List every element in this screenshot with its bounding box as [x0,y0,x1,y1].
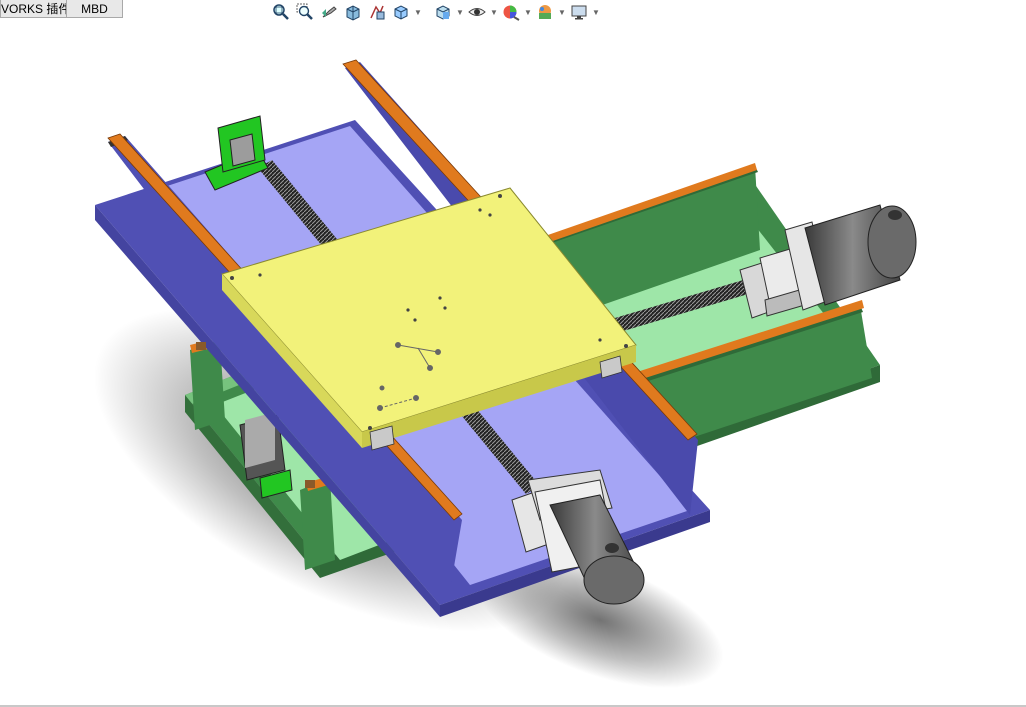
tab-mbd[interactable]: MBD [66,0,123,18]
heads-up-view-toolbar: ▼ ▼ ▼ ▼ ▼ ▼ [270,0,600,24]
section-view-icon[interactable] [342,1,364,23]
view-settings-icon[interactable] [568,1,590,23]
display-style-icon[interactable] [432,1,454,23]
chevron-down-icon[interactable]: ▼ [558,1,566,23]
graphics-area[interactable] [0,24,1026,705]
chevron-down-icon[interactable]: ▼ [456,1,464,23]
zoom-to-area-icon[interactable] [294,1,316,23]
base-motor[interactable] [784,204,917,311]
chevron-down-icon[interactable]: ▼ [592,1,600,23]
command-manager-tabs: VORKS 插件 MBD [0,0,123,19]
chevron-down-icon[interactable]: ▼ [490,1,498,23]
dynamic-annotation-icon[interactable] [366,1,388,23]
previous-view-icon[interactable] [318,1,340,23]
view-orientation-icon[interactable] [390,1,412,23]
hide-show-items-icon[interactable] [466,1,488,23]
apply-scene-icon[interactable] [534,1,556,23]
chevron-down-icon[interactable]: ▼ [414,1,422,23]
tab-solidworks-addins[interactable]: VORKS 插件 [0,0,67,18]
chevron-down-icon[interactable]: ▼ [524,1,532,23]
zoom-to-fit-icon[interactable] [270,1,292,23]
edit-appearance-icon[interactable] [500,1,522,23]
